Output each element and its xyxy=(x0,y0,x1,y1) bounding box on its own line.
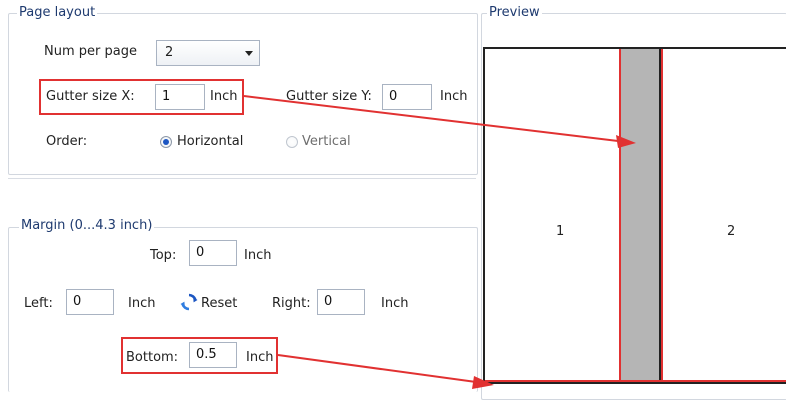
preview-page-2 xyxy=(661,49,786,382)
num-per-page-value: 2 xyxy=(165,45,174,60)
reset-button[interactable]: Reset xyxy=(180,292,250,314)
margin-left-input[interactable]: 0 xyxy=(66,289,114,315)
order-horizontal-radio[interactable] xyxy=(160,136,172,148)
order-horizontal-label[interactable]: Horizontal xyxy=(177,134,243,150)
preview-bottom-margin-line xyxy=(485,380,786,382)
preview-page-1 xyxy=(485,49,621,382)
margin-left-unit: Inch xyxy=(128,296,156,311)
margin-left-label: Left: xyxy=(24,296,53,311)
preview-page-1-number: 1 xyxy=(556,224,565,239)
preview-page-2-number: 2 xyxy=(727,224,736,239)
chevron-down-icon xyxy=(245,51,253,56)
order-vertical-radio[interactable] xyxy=(286,136,298,148)
margin-top-unit: Inch xyxy=(244,248,272,263)
margin-top-label: Top: xyxy=(150,248,177,263)
margin-title: Margin (0...4.3 inch) xyxy=(19,218,155,233)
gutter-y-unit: Inch xyxy=(440,89,468,104)
margin-top-input[interactable]: 0 xyxy=(189,240,237,266)
margin-right-unit: Inch xyxy=(381,296,409,311)
reset-label: Reset xyxy=(201,296,238,311)
margin-right-input[interactable]: 0 xyxy=(317,289,365,315)
order-label: Order: xyxy=(46,134,88,149)
margin-right-label: Right: xyxy=(272,296,311,311)
num-per-page-select[interactable]: 2 xyxy=(156,40,260,66)
gutter-y-input[interactable]: 0 xyxy=(382,84,432,110)
refresh-icon xyxy=(180,293,198,311)
page-layout-title: Page layout xyxy=(17,5,98,20)
preview-gutter xyxy=(621,49,661,382)
preview-canvas: 1 2 xyxy=(483,47,786,384)
num-per-page-label: Num per page xyxy=(44,44,137,59)
bottom-margin-highlight xyxy=(121,337,278,374)
preview-title: Preview xyxy=(487,5,542,20)
order-vertical-label[interactable]: Vertical xyxy=(302,134,351,150)
gutter-x-highlight xyxy=(39,79,244,115)
section-divider xyxy=(8,178,476,179)
gutter-y-label: Gutter size Y: xyxy=(286,89,372,104)
